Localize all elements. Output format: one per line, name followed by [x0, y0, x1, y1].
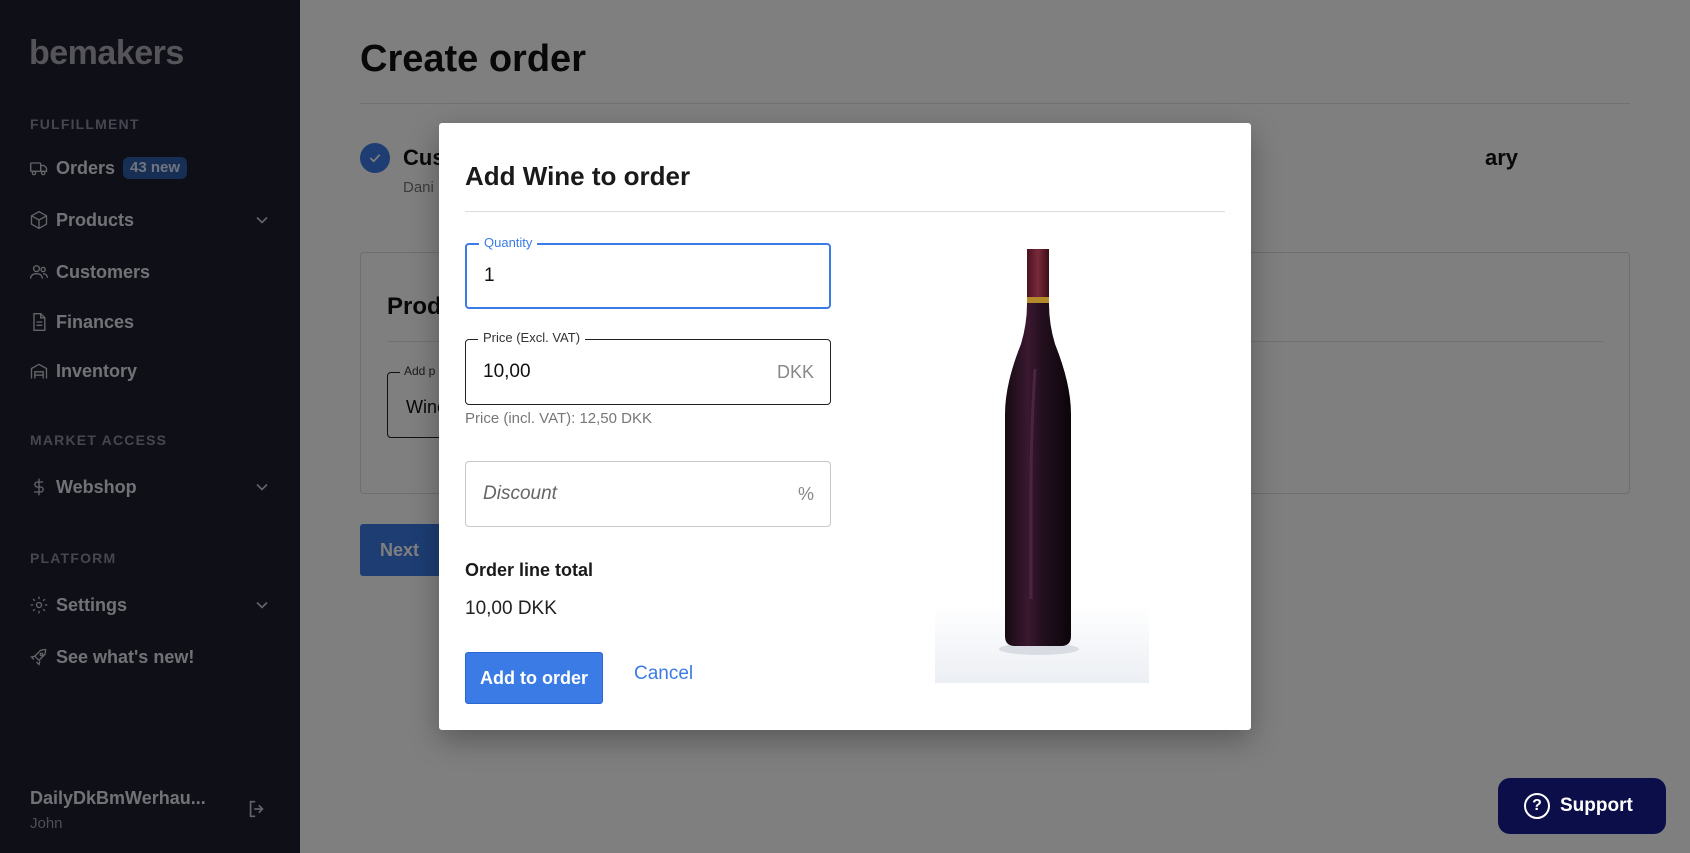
discount-field[interactable]: %: [465, 461, 831, 527]
help-icon: ?: [1524, 793, 1550, 819]
support-button[interactable]: ? Support: [1498, 778, 1666, 834]
quantity-field[interactable]: Quantity: [465, 235, 831, 309]
cancel-button[interactable]: Cancel: [634, 663, 693, 685]
quantity-input[interactable]: [467, 245, 829, 307]
add-wine-dialog: Add Wine to order Quantity Price (Excl. …: [439, 123, 1251, 730]
order-line-total-value: 10,00 DKK: [465, 598, 557, 619]
price-field[interactable]: Price (Excl. VAT) DKK: [465, 330, 831, 405]
support-label: Support: [1560, 795, 1633, 816]
add-to-order-button[interactable]: Add to order: [465, 652, 603, 704]
wine-bottle-image: [935, 229, 1149, 683]
dialog-title: Add Wine to order: [465, 161, 691, 191]
price-incl-vat-helper: Price (incl. VAT): 12,50 DKK: [465, 410, 653, 427]
discount-input[interactable]: [466, 462, 830, 526]
percent-suffix: %: [797, 484, 814, 504]
currency-suffix: DKK: [776, 362, 814, 382]
order-line-total-label: Order line total: [465, 560, 594, 580]
divider: [465, 211, 1225, 212]
price-input[interactable]: [466, 340, 830, 404]
